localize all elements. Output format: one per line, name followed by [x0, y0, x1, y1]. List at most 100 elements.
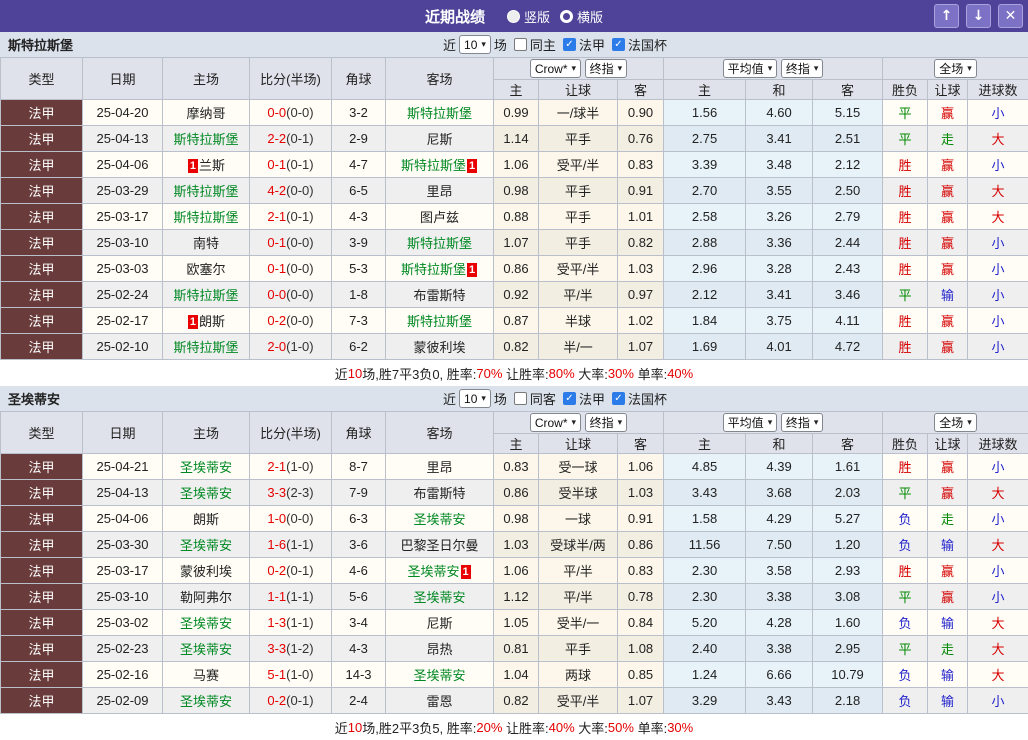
date-cell: 25-03-10 [83, 230, 163, 256]
avg-home-cell: 1.58 [664, 506, 746, 532]
move-down-button[interactable]: ↓ [966, 4, 991, 28]
layout-radio-horizontal[interactable]: 横版 [560, 7, 603, 26]
home-team-name: 圣埃蒂安 [180, 642, 232, 657]
close-button[interactable]: ✕ [998, 4, 1023, 28]
same-venue-checkbox[interactable] [514, 38, 527, 51]
date-cell: 25-02-23 [83, 636, 163, 662]
chevron-down-icon: ▾ [967, 418, 972, 427]
corner-cell: 3-6 [332, 532, 386, 558]
company-select[interactable]: Crow*▾ [530, 413, 581, 432]
league-cell: 法甲 [1, 454, 83, 480]
goals-result-cell: 小 [968, 308, 1028, 334]
avg-stage-select[interactable]: 终指▾ [781, 413, 824, 432]
away-team-name: 图卢兹 [420, 210, 459, 225]
away-team-cell: 里昂 [386, 454, 494, 480]
corner-cell: 4-7 [332, 152, 386, 178]
scope-select[interactable]: 全场▾ [934, 59, 977, 78]
result-cell: 胜 [883, 308, 928, 334]
league-label: 法甲 [579, 35, 605, 54]
away-odds-cell: 1.03 [618, 256, 664, 282]
avg-home-cell: 4.85 [664, 454, 746, 480]
league-cell: 法甲 [1, 480, 83, 506]
handicap-result-cell: 赢 [928, 480, 968, 506]
home-odds-cell: 1.04 [494, 662, 539, 688]
league-cell: 法甲 [1, 178, 83, 204]
full-time-score: 5-1 [267, 667, 286, 682]
league-cell: 法甲 [1, 688, 83, 714]
league-cell: 法甲 [1, 126, 83, 152]
home-odds-cell: 0.98 [494, 178, 539, 204]
goals-result-cell: 大 [968, 532, 1028, 558]
avg-home-cell: 1.56 [664, 100, 746, 126]
date-cell: 25-04-21 [83, 454, 163, 480]
chevron-down-icon: ▾ [618, 64, 623, 73]
red-card-badge: 1 [188, 159, 198, 173]
league-checkbox[interactable]: ✓ [563, 392, 576, 405]
average-select[interactable]: 平均值▾ [723, 413, 778, 432]
handicap-cell: 平/半 [539, 558, 618, 584]
result-cell: 负 [883, 506, 928, 532]
avg-draw-cell: 3.36 [746, 230, 813, 256]
handicap-cell: 受平/半 [539, 688, 618, 714]
avg-away-cell: 1.60 [813, 610, 883, 636]
home-odds-cell: 1.03 [494, 532, 539, 558]
sub-header-result: 胜负 [883, 434, 928, 454]
col-header-score: 比分(半场) [250, 412, 332, 454]
avg-away-cell: 2.18 [813, 688, 883, 714]
corner-cell: 4-6 [332, 558, 386, 584]
avg-away-cell: 5.27 [813, 506, 883, 532]
handicap-cell: 受一球 [539, 454, 618, 480]
odds-stage-select[interactable]: 终指▾ [585, 59, 628, 78]
scope-select[interactable]: 全场▾ [934, 413, 977, 432]
odds-stage-select[interactable]: 终指▾ [585, 413, 628, 432]
move-up-button[interactable]: ↑ [934, 4, 959, 28]
handicap-result-cell: 输 [928, 282, 968, 308]
results-table: 类型 日期 主场 比分(半场) 角球 客场 Crow*▾ 终指▾ 平均值▾ 终指… [0, 411, 1028, 714]
handicap-result-cell: 赢 [928, 230, 968, 256]
result-cell: 胜 [883, 256, 928, 282]
result-cell: 胜 [883, 230, 928, 256]
results-table: 类型 日期 主场 比分(半场) 角球 客场 Crow*▾ 终指▾ 平均值▾ 终指… [0, 57, 1028, 360]
away-team-name: 圣埃蒂安 [407, 564, 459, 579]
chevron-down-icon: ▾ [967, 64, 972, 73]
summary-text: 让胜率: [502, 718, 548, 737]
company-select[interactable]: Crow*▾ [530, 59, 581, 78]
cup-checkbox[interactable]: ✓ [612, 38, 625, 51]
score-cell: 2-1(1-0) [250, 454, 332, 480]
sub-header-avg-away: 客 [813, 434, 883, 454]
handicap-result-cell: 赢 [928, 308, 968, 334]
home-odds-cell: 0.87 [494, 308, 539, 334]
score-cell: 4-2(0-0) [250, 178, 332, 204]
away-team-cell: 圣埃蒂安1 [386, 558, 494, 584]
handicap-cell: 平手 [539, 636, 618, 662]
away-odds-cell: 0.91 [618, 506, 664, 532]
full-time-score: 1-6 [267, 537, 286, 552]
avg-stage-select[interactable]: 终指▾ [781, 59, 824, 78]
league-checkbox[interactable]: ✓ [563, 38, 576, 51]
average-select[interactable]: 平均值▾ [723, 59, 778, 78]
avg-home-cell: 2.70 [664, 178, 746, 204]
home-team-name: 摩纳哥 [186, 106, 225, 121]
home-team-name: 圣埃蒂安 [180, 694, 232, 709]
same-venue-checkbox[interactable] [514, 392, 527, 405]
match-row: 法甲25-02-23圣埃蒂安3-3(1-2)4-3昂热0.81平手1.082.4… [1, 636, 1028, 662]
team-name: 圣埃蒂安 [0, 389, 60, 408]
match-row: 法甲25-02-171朗斯0-2(0-0)7-3斯特拉斯堡0.87半球1.021… [1, 308, 1028, 334]
avg-home-cell: 2.12 [664, 282, 746, 308]
goals-result-cell: 小 [968, 152, 1028, 178]
goals-result-cell: 大 [968, 178, 1028, 204]
match-count-select[interactable]: 10 ▾ [459, 35, 491, 54]
avg-draw-cell: 3.41 [746, 126, 813, 152]
home-team-cell: 马赛 [163, 662, 250, 688]
cup-checkbox[interactable]: ✓ [612, 392, 625, 405]
avg-draw-cell: 4.39 [746, 454, 813, 480]
layout-radio-vertical[interactable]: 竖版 [507, 7, 550, 26]
goals-result-cell: 小 [968, 282, 1028, 308]
corner-cell: 5-3 [332, 256, 386, 282]
match-count-select[interactable]: 10 ▾ [459, 389, 491, 408]
avg-home-cell: 2.58 [664, 204, 746, 230]
title-bar: 近期战绩 竖版 横版 ↑ ↓ ✕ [0, 0, 1028, 32]
half-time-score: (0-1) [286, 563, 313, 578]
away-team-cell: 斯特拉斯堡1 [386, 256, 494, 282]
result-cell: 平 [883, 282, 928, 308]
